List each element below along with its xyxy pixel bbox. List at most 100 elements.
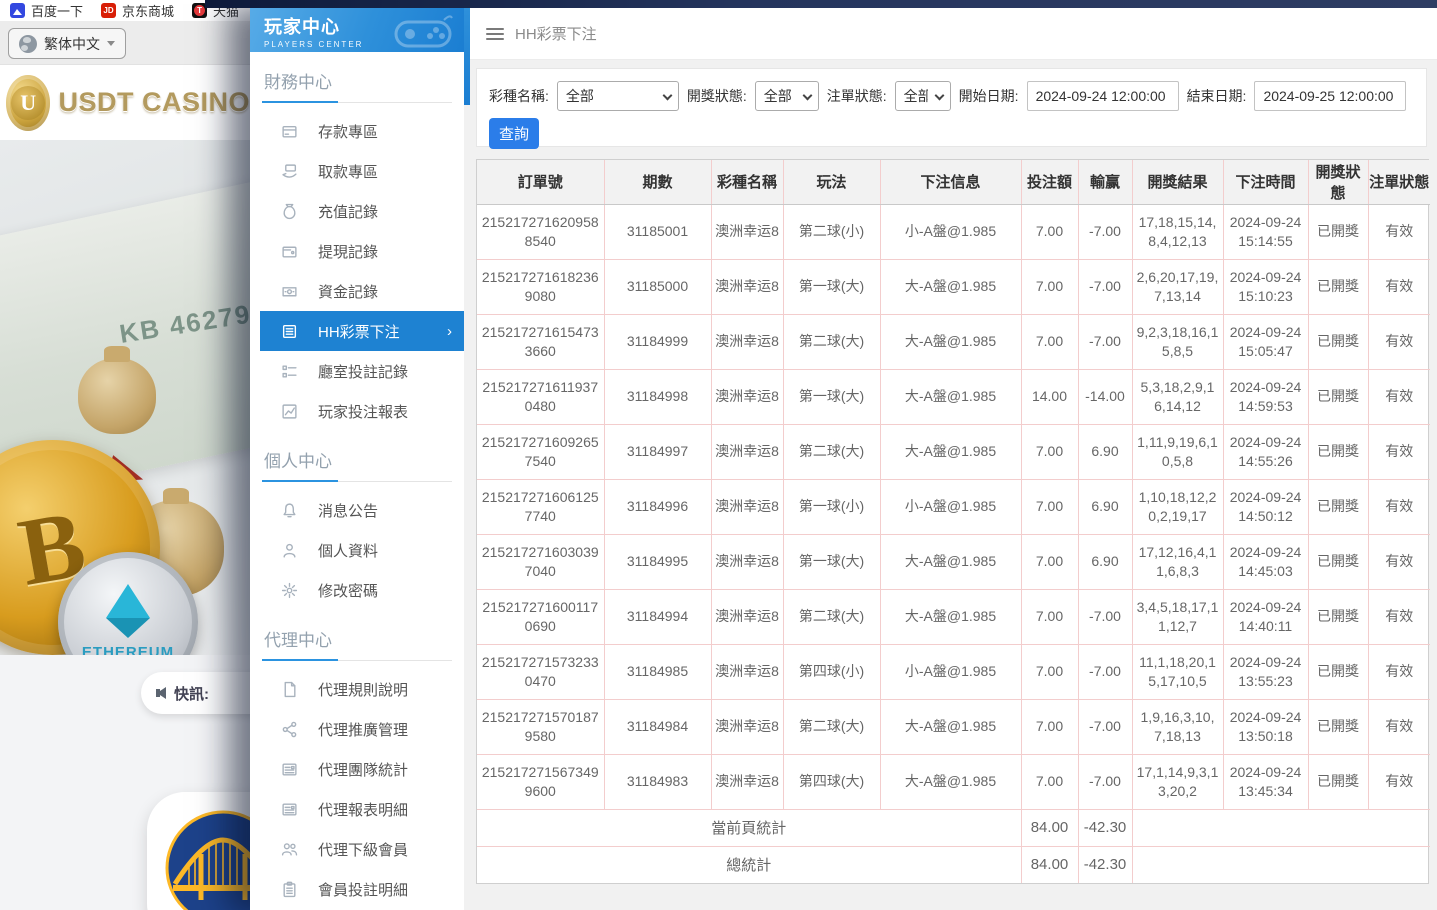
- table-cell: 第二球(大): [783, 424, 880, 479]
- table-cell: 7.00: [1021, 424, 1078, 479]
- withdraw-hand-icon: [280, 162, 298, 180]
- table-cell: 有效: [1368, 314, 1430, 369]
- table-cell: -7.00: [1078, 589, 1132, 644]
- language-selector[interactable]: 繁体中文: [8, 28, 126, 59]
- money-bag-graphic: [78, 358, 156, 434]
- deposit-card-icon: [280, 122, 298, 140]
- table-cell: 3,4,5,18,17,11,12,7: [1132, 589, 1223, 644]
- table-cell: 小-A盤@1.985: [880, 644, 1021, 699]
- page-total-row: 當前頁統計 84.00 -42.30: [477, 809, 1430, 846]
- sidebar-item-會員投註明細[interactable]: 會員投註明細: [250, 869, 464, 909]
- start-date-input[interactable]: [1027, 81, 1179, 111]
- sidebar-item-HH彩票下注[interactable]: HH彩票下注›: [260, 311, 464, 351]
- table-cell: -7.00: [1078, 259, 1132, 314]
- draw-status-select[interactable]: 全部: [755, 81, 819, 111]
- lottery-filter-label: 彩種名稱:: [489, 86, 549, 106]
- search-button[interactable]: 查詢: [489, 118, 539, 149]
- sidebar-item-資金記錄[interactable]: 資金記錄: [250, 271, 464, 311]
- sidebar-item-玩家投注報表[interactable]: 玩家投注報表: [250, 391, 464, 431]
- table-cell: 2152172715673499600: [477, 754, 604, 809]
- sidebar-item-消息公告[interactable]: 消息公告: [250, 490, 464, 530]
- table-cell: 大-A盤@1.985: [880, 754, 1021, 809]
- ticker-label: 快訊:: [174, 683, 209, 704]
- table-cell: 第一球(大): [783, 369, 880, 424]
- sidebar-item-個人資料[interactable]: 個人資料: [250, 530, 464, 570]
- table-cell: 2152172716182369080: [477, 259, 604, 314]
- table-row: 215217271567349960031184983澳洲幸运8第四球(大)大-…: [477, 754, 1430, 809]
- chart-icon: [280, 402, 298, 420]
- table-cell: 2024-09-24 15:05:47: [1223, 314, 1308, 369]
- table-cell: 5,3,18,2,9,16,14,12: [1132, 369, 1223, 424]
- table-cell: 9,2,3,18,16,15,8,5: [1132, 314, 1223, 369]
- sidebar-item-存款專區[interactable]: 存款專區: [250, 111, 464, 151]
- sidebar-item-代理推廣管理[interactable]: 代理推廣管理: [250, 709, 464, 749]
- sidebar-item-label: 代理規則說明: [318, 679, 408, 700]
- table-cell: 大-A盤@1.985: [880, 699, 1021, 754]
- table-header-cell: 輸赢: [1078, 160, 1132, 204]
- table-cell: 2024-09-24 15:14:55: [1223, 204, 1308, 259]
- table-cell: 2152172716119370480: [477, 369, 604, 424]
- draw-status-filter-label: 開獎狀態:: [687, 86, 747, 106]
- table-cell: 1,9,16,3,10,7,18,13: [1132, 699, 1223, 754]
- bookmark-label: 百度一下: [31, 1, 83, 20]
- table-cell: -7.00: [1078, 204, 1132, 259]
- doc-icon: [280, 680, 298, 698]
- table-cell: 澳洲幸运8: [711, 259, 783, 314]
- usdt-coin-logo-icon: U: [6, 75, 50, 131]
- bookmark-item[interactable]: JD京东商城: [101, 1, 174, 20]
- table-header-cell: 下注信息: [880, 160, 1021, 204]
- order-status-select[interactable]: 全部: [895, 81, 951, 111]
- sidebar-item-代理下級會員[interactable]: 代理下級會員: [250, 829, 464, 869]
- table-cell: 已開獎: [1308, 259, 1368, 314]
- table-cell: 第四球(小): [783, 644, 880, 699]
- content-topbar: HH彩票下注: [464, 8, 1437, 60]
- cash-icon: [280, 282, 298, 300]
- hamburger-menu-icon[interactable]: [486, 28, 504, 40]
- gear-icon: [280, 581, 298, 599]
- table-cell: 有效: [1368, 259, 1430, 314]
- sidebar-item-代理規則說明[interactable]: 代理規則說明: [250, 669, 464, 709]
- sidebar-item-代理團隊統計[interactable]: 代理團隊統計: [250, 749, 464, 789]
- table-cell: 2024-09-24 13:45:34: [1223, 754, 1308, 809]
- lottery-select[interactable]: 全部: [557, 81, 679, 111]
- page-title: HH彩票下注: [515, 23, 597, 44]
- table-cell: 31185001: [604, 204, 711, 259]
- table-cell: 澳洲幸运8: [711, 314, 783, 369]
- sidebar-item-代理報表明細[interactable]: 代理報表明細: [250, 789, 464, 829]
- sidebar-item-修改密碼[interactable]: 修改密碼: [250, 570, 464, 610]
- bookmark-item[interactable]: 百度一下: [10, 1, 83, 20]
- table-cell: 有效: [1368, 534, 1430, 589]
- page-total-label: 當前頁統計: [477, 809, 1021, 846]
- sidebar-item-label: 代理下級會員: [318, 839, 408, 860]
- sidebar-section-title: 個人中心: [262, 447, 452, 482]
- table-cell: 31184985: [604, 644, 711, 699]
- sidebar-item-label: 代理報表明細: [318, 799, 408, 820]
- sidebar-item-充值記錄[interactable]: 充值記錄: [250, 191, 464, 231]
- site-logo-text: USDT CASINO: [58, 87, 250, 118]
- end-date-input[interactable]: [1254, 81, 1406, 111]
- sidebar-item-取款專區[interactable]: 取款專區: [250, 151, 464, 191]
- table-cell: 大-A盤@1.985: [880, 534, 1021, 589]
- table-cell: 澳洲幸运8: [711, 479, 783, 534]
- table-cell: 有效: [1368, 699, 1430, 754]
- table-cell: 31185000: [604, 259, 711, 314]
- table-cell: 31184998: [604, 369, 711, 424]
- table-cell: 第一球(大): [783, 259, 880, 314]
- table-cell: 7.00: [1021, 314, 1078, 369]
- filter-panel: 彩種名稱: 全部 開獎狀態: 全部 注單狀態: 全部 開始日期: 結束日期: 查…: [476, 68, 1427, 147]
- sidebar-item-label: 消息公告: [318, 500, 378, 521]
- lottery-book-icon: [280, 322, 298, 340]
- table-cell: 已開獎: [1308, 534, 1368, 589]
- sidebar-item-提現記錄[interactable]: 提現記錄: [250, 231, 464, 271]
- speaker-icon: [157, 687, 166, 699]
- table-cell: 7.00: [1021, 259, 1078, 314]
- grand-total-winloss: -42.30: [1078, 846, 1132, 883]
- sidebar-item-label: 存款專區: [318, 121, 378, 142]
- table-cell: -14.00: [1078, 369, 1132, 424]
- sidebar-item-label: 會員投註明細: [318, 879, 408, 900]
- table-cell: 已開獎: [1308, 589, 1368, 644]
- baidu-image-icon: [10, 3, 25, 18]
- money-bag-icon: [280, 202, 298, 220]
- globe-icon: [19, 35, 37, 53]
- sidebar-item-廳室投註記錄[interactable]: 廳室投註記錄: [250, 351, 464, 391]
